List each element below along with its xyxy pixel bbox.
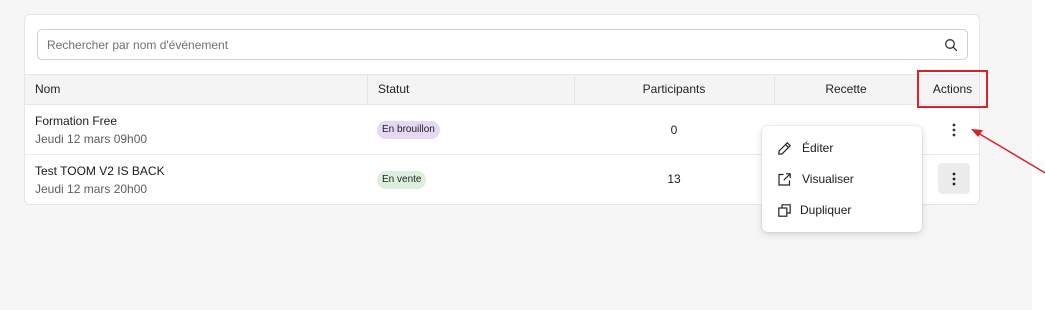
menu-item-label: Visualiser (802, 172, 854, 186)
search-icon[interactable] (944, 38, 958, 52)
row-actions-button[interactable] (938, 114, 970, 145)
search-input[interactable] (38, 30, 967, 59)
event-date: Jeudi 12 mars 09h00 (35, 132, 148, 146)
row-actions-menu: Éditer Visualiser Dupliquer (762, 126, 922, 232)
header-statut: Statut (378, 82, 410, 96)
menu-item-edit[interactable]: Éditer (762, 134, 922, 162)
event-date: Jeudi 12 mars 20h00 (35, 182, 148, 196)
event-name: Formation Free (35, 114, 118, 128)
row-actions-button[interactable] (938, 163, 970, 194)
menu-item-duplicate[interactable]: Dupliquer (762, 196, 922, 224)
copy-icon (778, 204, 791, 217)
actions-header-highlight: Actions (917, 70, 988, 108)
participants-count: 0 (670, 123, 678, 137)
pencil-icon (778, 142, 791, 155)
status-badge: En vente (377, 171, 427, 189)
participants-count: 13 (667, 172, 681, 186)
search-box[interactable] (37, 29, 968, 60)
external-link-icon (778, 173, 791, 186)
event-name: Test TOOM V2 IS BACK (35, 164, 165, 178)
menu-item-label: Éditer (802, 141, 834, 155)
kebab-icon (952, 123, 956, 136)
table-header: Nom Statut Participants Recette (25, 74, 979, 105)
menu-item-view[interactable]: Visualiser (762, 165, 922, 193)
status-badge: En brouillon (377, 121, 440, 139)
menu-item-label: Dupliquer (800, 203, 852, 217)
column-divider (367, 75, 368, 104)
kebab-icon (952, 172, 956, 185)
annotation-arrow (971, 129, 1045, 174)
header-recette: Recette (825, 82, 867, 96)
header-nom: Nom (35, 82, 61, 96)
header-participants: Participants (642, 82, 706, 96)
